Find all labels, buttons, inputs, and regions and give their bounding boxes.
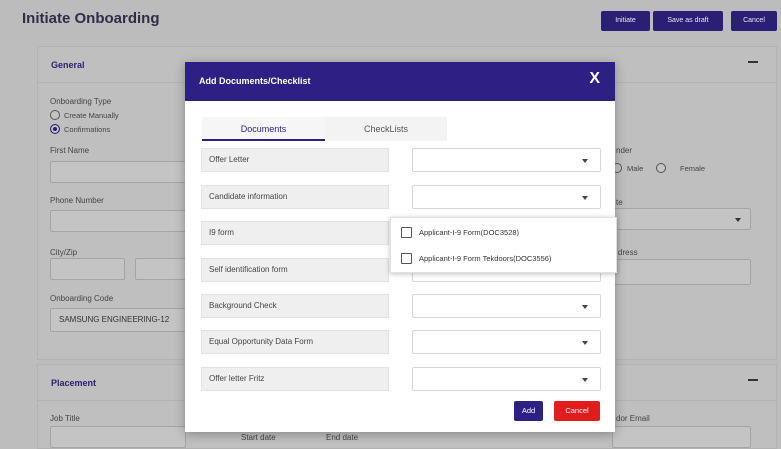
cancel-button[interactable]: Cancel <box>554 401 600 421</box>
confirmations-label: Confirmations <box>64 125 111 134</box>
i9-dropdown-menu: Applicant-I-9 Form(DOC3528) Applicant-I-… <box>390 217 617 273</box>
close-icon[interactable]: X <box>589 70 600 88</box>
address-label-partial: dress <box>618 248 638 257</box>
male-label: Male <box>627 164 644 173</box>
dropdown-option-label: Applicant-I-9 Form Tekdoors(DOC3556) <box>419 254 552 263</box>
job-title-label: Job Title <box>50 414 80 423</box>
checkbox-icon[interactable] <box>401 253 412 264</box>
doc-select-background-check[interactable] <box>412 294 601 318</box>
doc-label-offer-letter-fritz: Offer letter Fritz <box>201 367 389 391</box>
doc-label-self-id: Self identification form <box>201 258 389 282</box>
doc-label-offer-letter: Offer Letter <box>201 148 389 172</box>
phone-field[interactable] <box>50 210 186 232</box>
chevron-down-icon <box>735 218 741 222</box>
dropdown-option-label: Applicant-I-9 Form(DOC3528) <box>419 228 520 237</box>
cancel-top-button[interactable]: Cancel <box>731 11 777 31</box>
doc-label-eeo-form: Equal Opportunity Data Form <box>201 330 389 354</box>
doc-select-candidate-info[interactable] <box>412 185 601 209</box>
initiate-button[interactable]: Initiate <box>601 11 650 31</box>
add-button[interactable]: Add <box>514 401 543 421</box>
checkbox-icon[interactable] <box>401 227 412 238</box>
job-title-field[interactable] <box>50 426 186 448</box>
collapse-icon[interactable] <box>748 61 758 63</box>
modal-tabs: Documents CheckLists <box>202 117 447 141</box>
chevron-down-icon <box>582 341 588 345</box>
first-name-label: First Name <box>50 146 90 155</box>
placement-title: Placement <box>51 378 97 388</box>
general-title: General <box>51 60 85 70</box>
partial-label-te: te <box>616 198 623 207</box>
female-label: Female <box>680 164 706 173</box>
doc-label-candidate-info: Candidate information <box>201 185 389 209</box>
onboarding-code-label: Onboarding Code <box>50 294 114 303</box>
radio-female[interactable] <box>656 163 666 173</box>
chevron-down-icon <box>582 305 588 309</box>
start-date-field[interactable]: Start date <box>241 433 276 442</box>
chevron-down-icon <box>582 196 588 200</box>
doc-label-background-check: Background Check <box>201 294 389 318</box>
right-select-field[interactable] <box>612 208 751 230</box>
onboarding-code-field[interactable]: SAMSUNG ENGINEERING-12 <box>50 308 186 332</box>
save-draft-button[interactable]: Save as draft <box>653 11 723 31</box>
first-name-field[interactable] <box>50 161 186 183</box>
end-date-field[interactable]: End date <box>326 433 358 442</box>
zip-field[interactable] <box>135 258 186 280</box>
city-zip-label: City/Zip <box>50 248 78 257</box>
top-bar: Initiate Onboarding Initiate Save as dra… <box>0 0 781 38</box>
chevron-down-icon <box>582 378 588 382</box>
tab-checklists[interactable]: CheckLists <box>325 117 447 141</box>
gender-label-partial: nder <box>616 146 633 155</box>
radio-confirmations[interactable] <box>50 124 60 134</box>
chevron-down-icon <box>582 159 588 163</box>
phone-label: Phone Number <box>50 196 104 205</box>
doc-select-offer-letter-fritz[interactable] <box>412 367 601 391</box>
tab-documents[interactable]: Documents <box>202 117 325 141</box>
vendor-email-label-partial: dor Email <box>616 414 650 423</box>
onboarding-type-label: Onboarding Type <box>50 97 112 106</box>
page-title: Initiate Onboarding <box>22 10 160 27</box>
doc-select-eeo-form[interactable] <box>412 330 601 354</box>
radio-create-manually[interactable] <box>50 110 60 120</box>
vendor-email-field[interactable] <box>612 426 751 448</box>
collapse-icon[interactable] <box>748 379 758 381</box>
doc-select-offer-letter[interactable] <box>412 148 601 172</box>
doc-label-i9-form: I9 form <box>201 221 389 245</box>
city-field[interactable] <box>50 258 125 280</box>
address-field[interactable] <box>612 259 751 285</box>
modal-title: Add Documents/Checklist <box>199 76 311 86</box>
create-manually-label: Create Manually <box>64 111 119 120</box>
modal-header: Add Documents/Checklist X <box>185 62 615 101</box>
